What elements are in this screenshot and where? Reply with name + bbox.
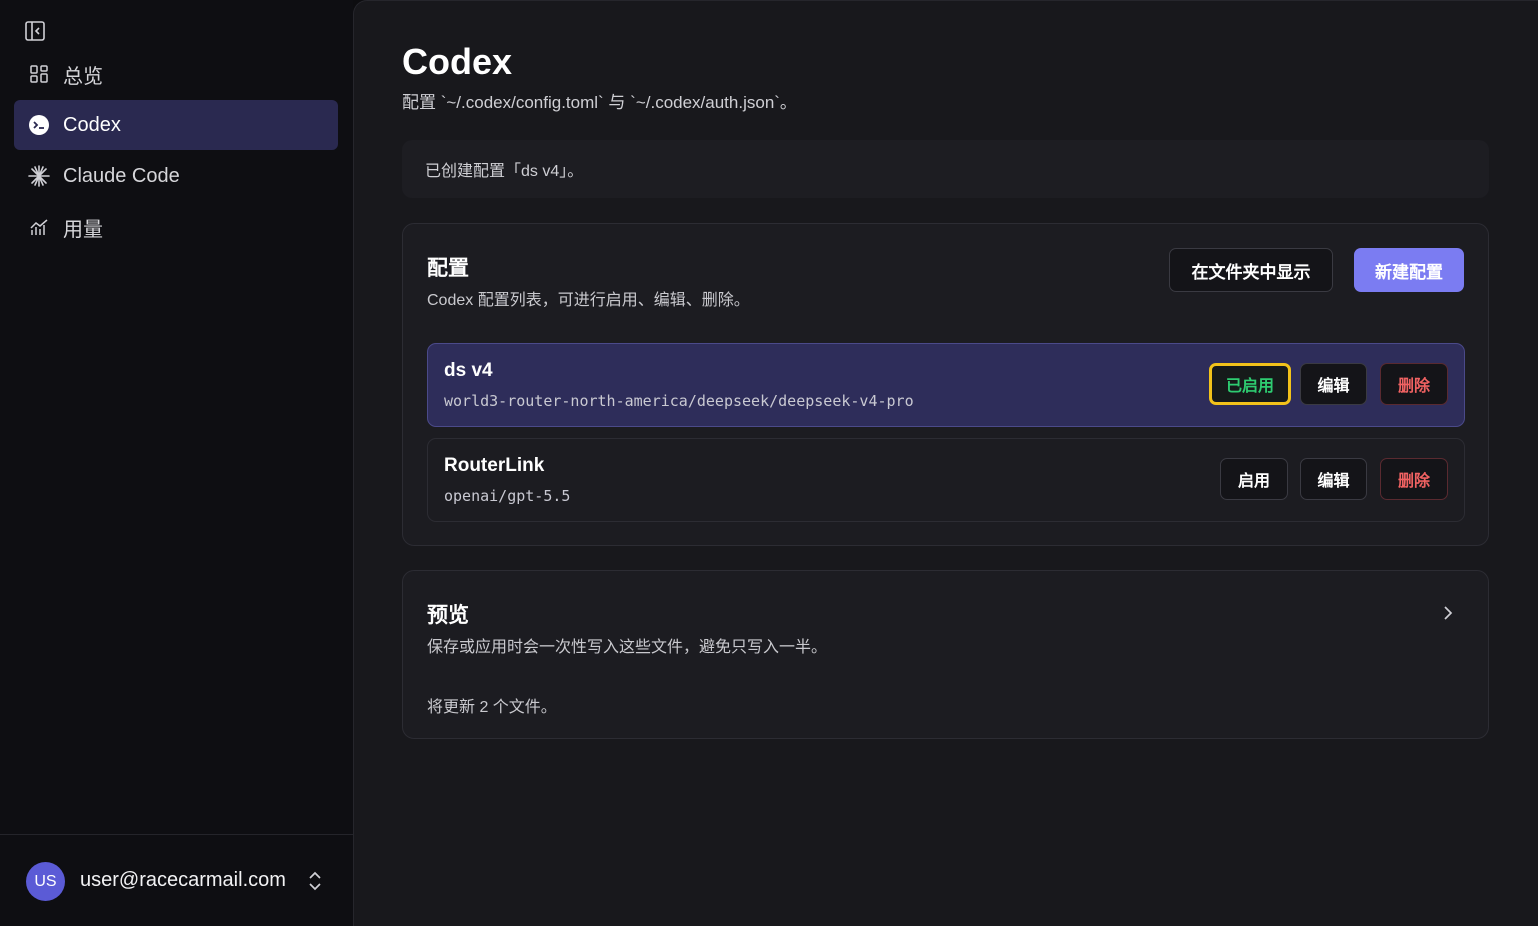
sidebar: 总览 Codex Claude Code 用量 US user@racecarm… — [0, 0, 353, 926]
user-email: user@racecarmail.com — [80, 869, 286, 891]
avatar: US — [26, 862, 65, 901]
sidebar-item-claude-code[interactable]: Claude Code — [14, 151, 338, 201]
edit-button[interactable]: 编辑 — [1300, 363, 1367, 405]
delete-button[interactable]: 删除 — [1380, 458, 1448, 500]
page-title: Codex — [402, 41, 513, 82]
chart-icon — [28, 216, 50, 238]
sidebar-item-codex[interactable]: Codex — [14, 100, 338, 150]
config-row-ds-v4[interactable]: ds v4 world3-router-north-america/deepse… — [427, 343, 1465, 427]
main-content: Codex 配置 `~/.codex/config.toml` 与 `~/.co… — [353, 0, 1538, 926]
user-menu[interactable]: US user@racecarmail.com — [0, 834, 353, 926]
collapse-sidebar-button[interactable] — [22, 18, 48, 44]
config-name: ds v4 — [444, 360, 493, 381]
sidebar-item-label: Claude Code — [63, 164, 180, 187]
show-in-folder-button[interactable]: 在文件夹中显示 — [1169, 248, 1333, 292]
new-config-button[interactable]: 新建配置 — [1354, 248, 1464, 292]
sidebar-item-label: Codex — [63, 113, 121, 136]
chevron-up-down-icon[interactable] — [306, 869, 324, 893]
preview-card-title: 预览 — [427, 604, 469, 627]
config-model: world3-router-north-america/deepseek/dee… — [444, 392, 914, 410]
delete-button[interactable]: 删除 — [1380, 363, 1448, 405]
sidebar-toggle-icon — [25, 21, 45, 41]
notice-banner: 已创建配置「ds v4」。 — [402, 140, 1489, 198]
config-card-description: Codex 配置列表，可进行启用、编辑、删除。 — [427, 292, 750, 309]
config-name: RouterLink — [444, 455, 545, 476]
sidebar-item-usage[interactable]: 用量 — [14, 202, 338, 252]
chevron-right-icon[interactable] — [1440, 603, 1456, 623]
notice-text: 已创建配置「ds v4」。 — [425, 163, 584, 180]
preview-card-description: 保存或应用时会一次性写入这些文件，避免只写入一半。 — [427, 639, 828, 656]
config-model: openai/gpt-5.5 — [444, 487, 571, 505]
config-card-title: 配置 — [427, 257, 469, 280]
config-row-routerlink[interactable]: RouterLink openai/gpt-5.5 启用 编辑 删除 — [427, 438, 1465, 522]
enabled-status-button[interactable]: 已启用 — [1209, 363, 1291, 405]
preview-info: 将更新 2 个文件。 — [427, 699, 557, 716]
codex-icon — [28, 114, 50, 136]
sidebar-item-label: 用量 — [63, 218, 103, 241]
edit-button[interactable]: 编辑 — [1300, 458, 1367, 500]
claude-icon — [28, 165, 50, 187]
sidebar-item-overview[interactable]: 总览 — [14, 49, 338, 99]
enable-button[interactable]: 启用 — [1220, 458, 1288, 500]
config-card: 配置 Codex 配置列表，可进行启用、编辑、删除。 在文件夹中显示 新建配置 … — [402, 223, 1489, 546]
dashboard-icon — [28, 63, 50, 85]
preview-card[interactable]: 预览 保存或应用时会一次性写入这些文件，避免只写入一半。 将更新 2 个文件。 — [402, 570, 1489, 739]
sidebar-item-label: 总览 — [63, 65, 103, 88]
page-subtitle: 配置 `~/.codex/config.toml` 与 `~/.codex/au… — [402, 93, 797, 112]
